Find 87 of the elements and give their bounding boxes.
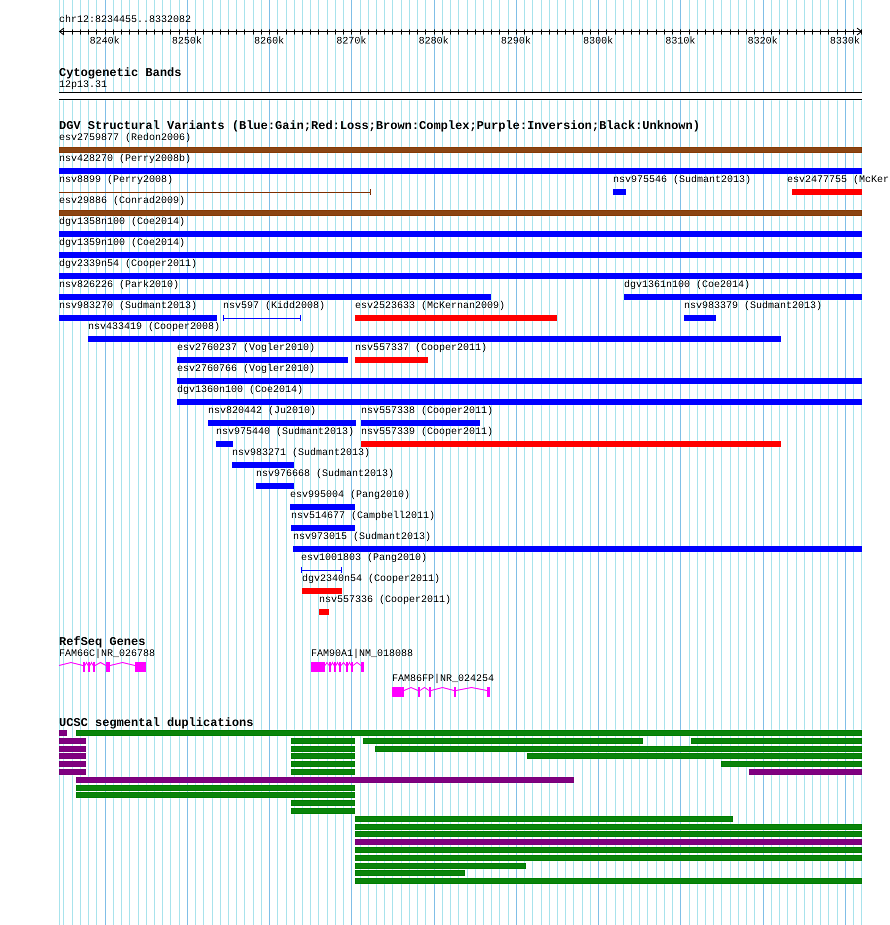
duplication-bar[interactable] <box>291 738 355 744</box>
tick-label: 8270k <box>336 36 366 48</box>
variant-label: nsv8899 (Perry2008) <box>59 175 174 187</box>
tick-label: 8290k <box>500 36 531 48</box>
duplication-bar[interactable] <box>59 761 86 768</box>
gene-label: FAM66C|NR_026788 <box>59 649 156 661</box>
range-line[interactable] <box>222 314 302 322</box>
duplication-bar[interactable] <box>355 878 862 884</box>
variant-label: nsv557336 (Cooper2011) <box>319 595 452 607</box>
duplication-bar[interactable] <box>721 761 862 768</box>
tick-label: 8260k <box>254 36 284 48</box>
gene-structure-drawing[interactable] <box>392 686 490 697</box>
tick-label: 8280k <box>418 36 449 48</box>
track-title: UCSC segmental duplications <box>59 717 254 730</box>
duplication-bar[interactable] <box>749 768 862 775</box>
tick-label: 8240k <box>90 36 120 48</box>
variant-label: esv1001803 (Pang2010) <box>301 553 428 565</box>
duplication-bar[interactable] <box>355 831 862 838</box>
duplication-bar[interactable] <box>76 776 574 783</box>
duplication-bar[interactable] <box>355 854 862 861</box>
variant-label: esv2760237 (Vogler2010) <box>177 343 316 355</box>
variant-label: esv29886 (Conrad2009) <box>59 196 186 208</box>
variant-label: nsv514677 (Campbell2011) <box>291 511 436 523</box>
variant-label: nsv557339 (Cooper2011) <box>361 427 494 439</box>
tick-label: 8300k <box>583 36 614 48</box>
track-title: Cytogenetic Bands <box>59 66 182 80</box>
variant-label: esv2477755 (McKer <box>786 175 889 187</box>
duplication-bar[interactable] <box>355 839 862 846</box>
gene-label: FAM86FP|NR_024254 <box>392 674 494 686</box>
variant-label: nsv557338 (Cooper2011) <box>361 406 494 418</box>
tick-label: 8250k <box>172 36 202 48</box>
duplication-bar[interactable] <box>375 746 862 752</box>
variant-label: esv995004 (Pang2010) <box>290 490 410 502</box>
duplication-bar[interactable] <box>355 816 733 822</box>
range-line[interactable] <box>300 566 342 574</box>
variant-label: nsv975546 (Sudmant2013) <box>613 175 752 187</box>
variant-label: esv2523633 (McKernan2009) <box>355 301 506 313</box>
variant-label: dgv1359n100 (Coe2014) <box>59 238 186 250</box>
tick-label: 8320k <box>748 36 778 48</box>
track-title: RefSeq Genes <box>59 636 146 649</box>
duplication-bar[interactable] <box>59 738 86 744</box>
gene-label: FAM90A1|NM_018088 <box>311 649 414 661</box>
variant-label: nsv597 (Kidd2008) <box>223 301 326 313</box>
duplication-bar[interactable] <box>59 768 86 775</box>
duplication-bar[interactable] <box>76 784 355 791</box>
duplication-bar[interactable] <box>355 862 526 869</box>
variant-label: nsv983271 (Sudmant2013) <box>232 448 370 460</box>
variant-label: esv2760766 (Vogler2010) <box>177 364 316 376</box>
tick-label: 8330k <box>830 36 860 48</box>
variant-label: dgv2340n54 (Cooper2011) <box>302 574 440 586</box>
tick-label: 8310k <box>665 36 696 48</box>
band-label: 12p13.31 <box>59 80 108 92</box>
duplication-bar[interactable] <box>291 761 355 768</box>
duplication-bar[interactable] <box>59 746 86 752</box>
duplication-bar[interactable] <box>355 870 465 876</box>
variant-label: nsv983270 (Sudmant2013) <box>59 301 198 313</box>
variant-label: esv2759877 (Redon2006) <box>59 133 192 145</box>
variant-label: dgv1358n100 (Coe2014) <box>59 217 186 229</box>
gene-structure-drawing[interactable] <box>58 661 146 672</box>
position-label: chr12:8234455..8332082 <box>59 15 192 27</box>
duplication-bar[interactable] <box>527 753 862 760</box>
track-title: DGV Structural Variants (Blue:Gain;Red:Loss;Brown:Complex;Purple:Inversion;Black:Unknown) <box>59 120 700 133</box>
variant-label: nsv557337 (Cooper2011) <box>355 343 488 355</box>
duplication-bar[interactable] <box>363 738 643 744</box>
variant-label: nsv433419 (Cooper2008) <box>88 322 220 334</box>
duplication-bar[interactable] <box>76 792 355 798</box>
variant-label: nsv983379 (Sudmant2013) <box>684 301 822 313</box>
variant-label: dgv2339n54 (Cooper2011) <box>59 259 198 271</box>
variant-label: nsv973015 (Sudmant2013) <box>293 532 432 544</box>
duplication-bar[interactable] <box>291 808 355 814</box>
range-line[interactable] <box>58 188 372 196</box>
duplication-bar[interactable] <box>691 738 862 744</box>
duplication-bar[interactable] <box>355 824 862 830</box>
variant-label: nsv826226 (Park2010) <box>59 280 180 292</box>
duplication-bar[interactable] <box>291 753 355 760</box>
gene-structure-drawing[interactable] <box>311 661 364 672</box>
variant-label: nsv976668 (Sudmant2013) <box>256 469 394 481</box>
variant-label: nsv820442 (Ju2010) <box>208 406 316 418</box>
variant-label: dgv1361n100 (Coe2014) <box>624 280 750 292</box>
duplication-bar[interactable] <box>291 800 355 806</box>
variant-label: dgv1360n100 (Coe2014) <box>177 385 304 397</box>
duplication-bar[interactable] <box>59 753 86 760</box>
duplication-bar[interactable] <box>355 846 862 853</box>
variant-label: nsv975440 (Sudmant2013) <box>216 427 354 439</box>
duplication-bar[interactable] <box>291 746 355 752</box>
variant-label: nsv428270 (Perry2008b) <box>59 154 192 166</box>
duplication-bar[interactable] <box>291 768 355 775</box>
